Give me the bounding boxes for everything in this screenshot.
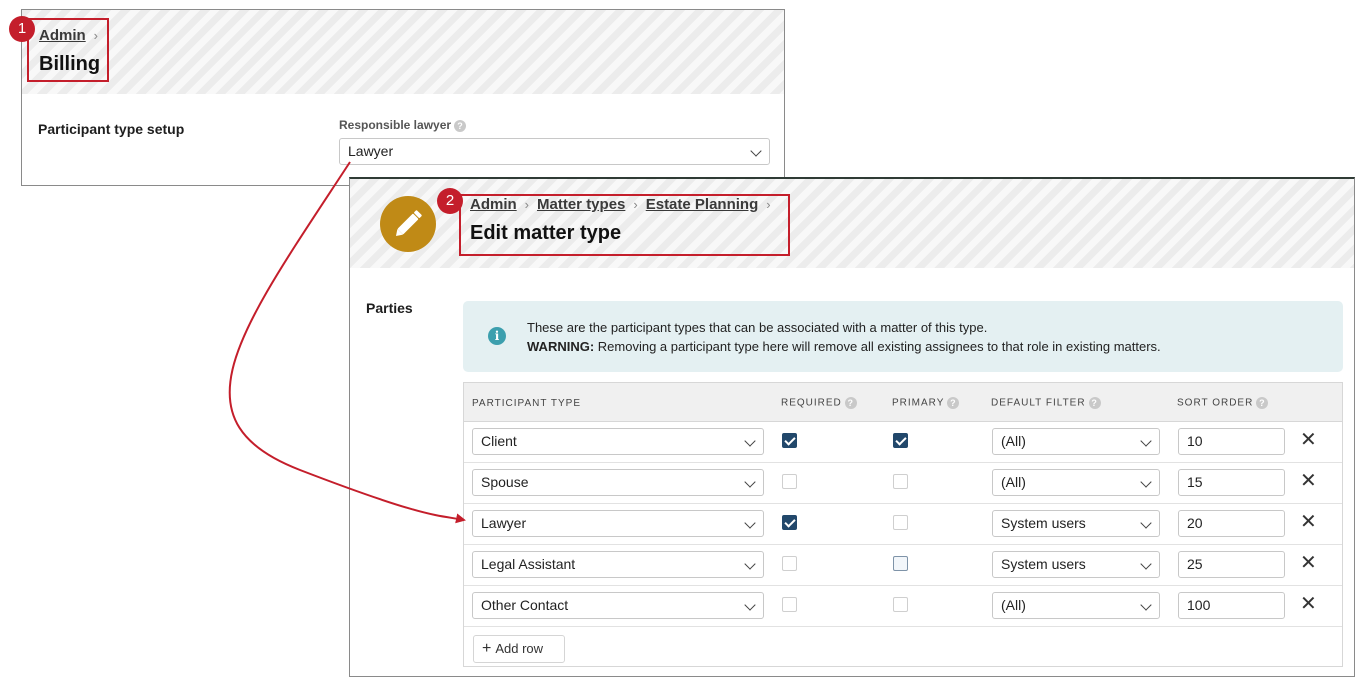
connector-arrow [228,161,466,524]
